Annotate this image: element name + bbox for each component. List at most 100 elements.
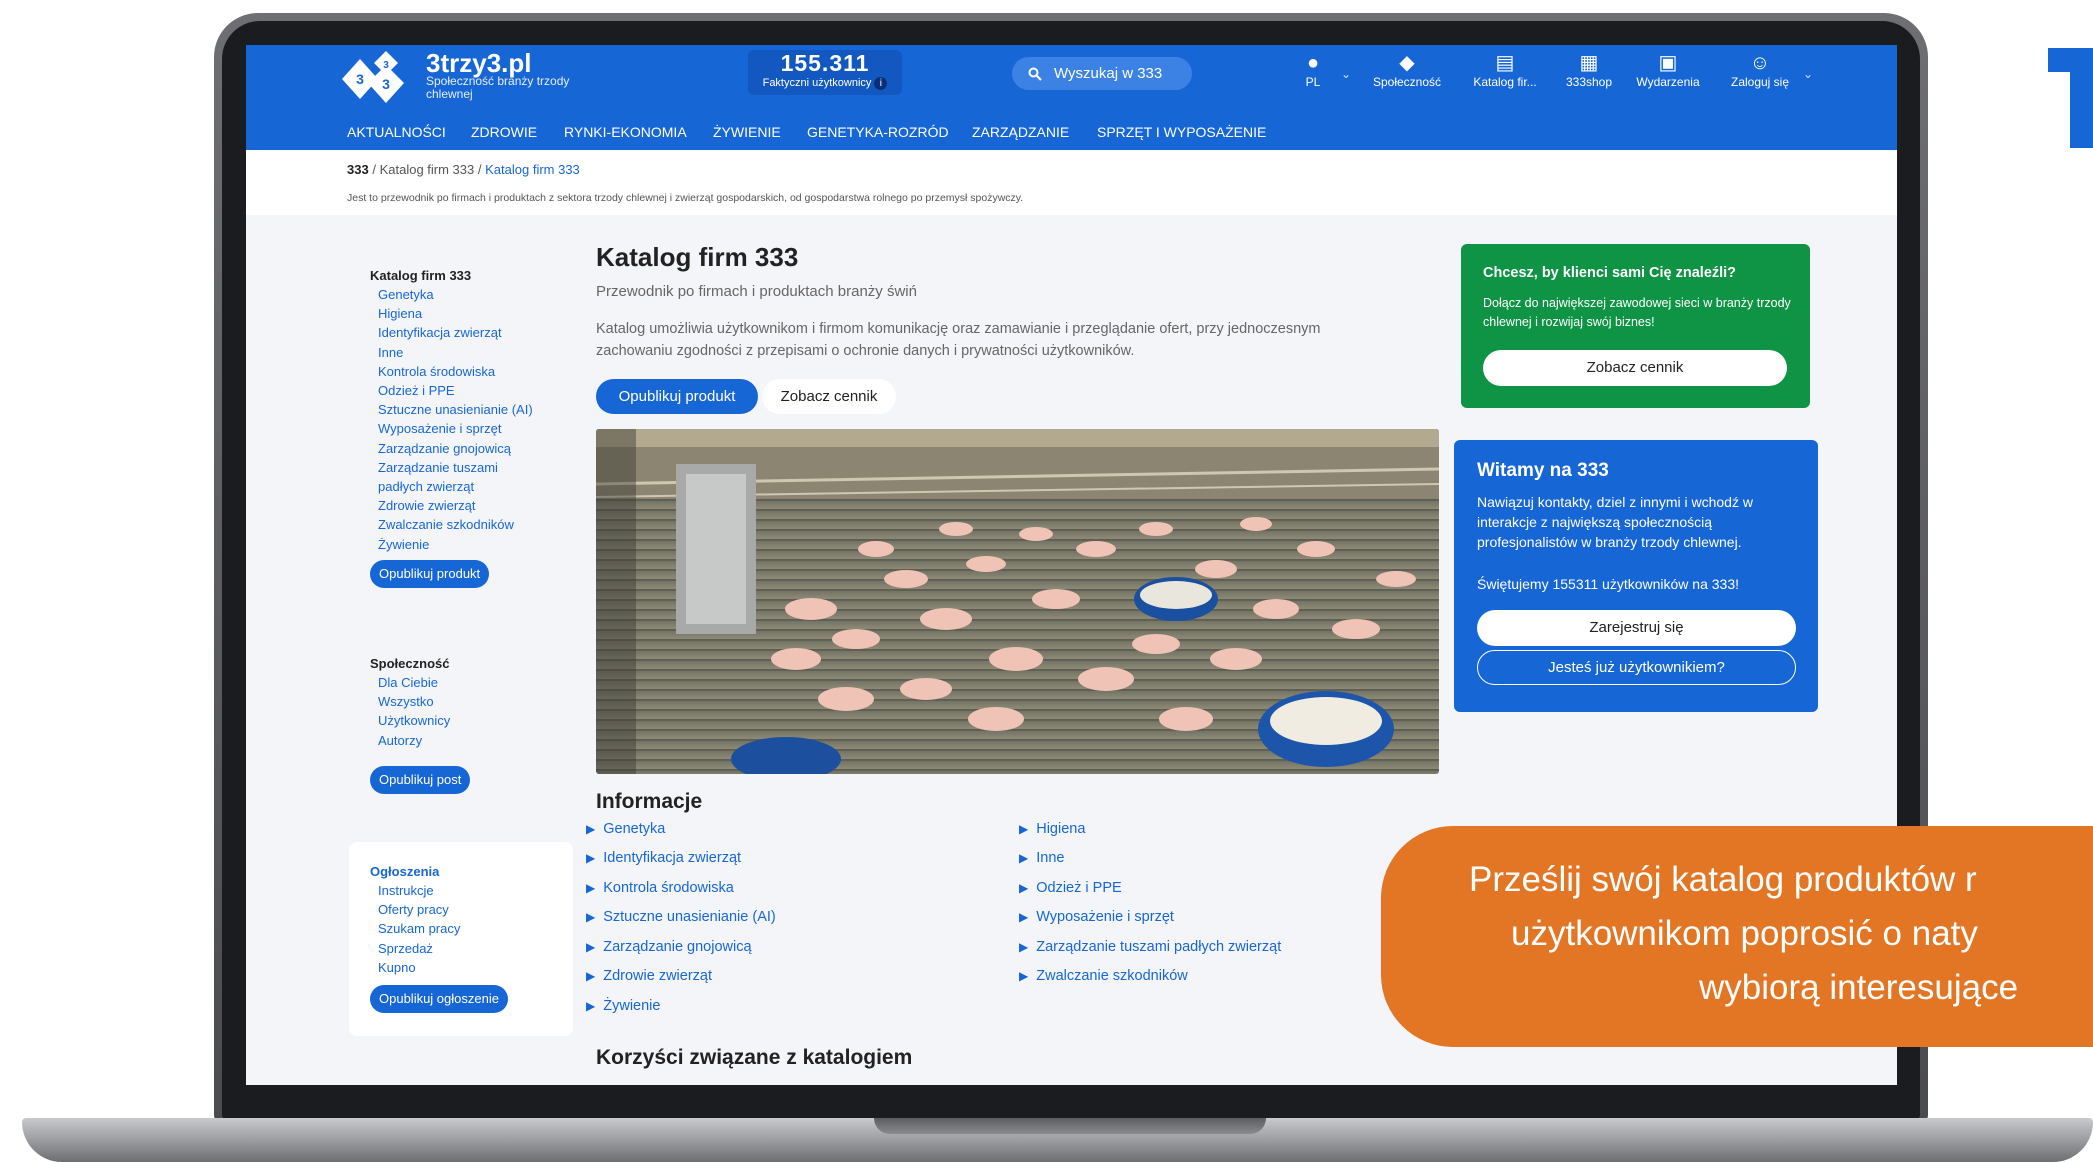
welcome-title: Witamy na 333	[1477, 460, 1609, 481]
publish-ad-button[interactable]: Opublikuj ogłoszenie	[370, 985, 508, 1014]
nav-community[interactable]: ◆ Społeczność	[1367, 51, 1447, 89]
nav-shop[interactable]: ▦ 333shop	[1559, 51, 1619, 89]
menu-item[interactable]: SPRZĘT I WYPOSAŻENIE	[1097, 115, 1266, 150]
sidebar-item[interactable]: Zwalczanie szkodników	[370, 515, 533, 534]
logo-icon[interactable]: 3 3 3	[342, 51, 418, 107]
overlay-line-3: wybiorą interesujące	[1699, 968, 2019, 1007]
overlay-line-2: użytkownikom poprosić o naty	[1511, 914, 1978, 953]
user-counter-value: 155.311	[780, 50, 870, 76]
info-link[interactable]: ▶ Odzież i PPE	[1019, 880, 1122, 896]
sidebar-item[interactable]: Kupno	[370, 958, 508, 977]
info-link[interactable]: ▶ Kontrola środowiska	[586, 880, 734, 896]
nav-events-label: Wydarzenia	[1636, 75, 1700, 89]
menu-item[interactable]: AKTUALNOŚCI	[347, 115, 446, 150]
breadcrumb-separator: /	[477, 162, 482, 177]
sidebar-item[interactable]: Sprzedaż	[370, 939, 508, 958]
sidebar-item[interactable]: Instrukcje	[370, 881, 508, 900]
promo-title: Chcesz, by klienci sami Cię znaleźli?	[1483, 265, 1737, 281]
breadcrumb-root[interactable]: 333	[347, 162, 369, 177]
info-link[interactable]: ▶ Genetyka	[586, 821, 665, 837]
triangle-right-icon: ▶	[586, 851, 596, 865]
menu-item[interactable]: GENETYKA-ROZRÓD	[807, 115, 949, 150]
breadcrumb-current[interactable]: Katalog firm 333	[485, 162, 580, 177]
triangle-right-icon: ▶	[1019, 822, 1029, 836]
publish-post-button[interactable]: Opublikuj post	[370, 765, 471, 794]
sidebar-item[interactable]: Autorzy	[370, 731, 470, 750]
sidebar-item[interactable]: Wyposażenie i sprzęt	[370, 419, 533, 438]
sidebar-item[interactable]: Oferty pracy	[370, 900, 508, 919]
catalog-icon: ▤	[1495, 52, 1515, 74]
breadcrumb-separator: /	[372, 162, 376, 177]
menu-item[interactable]: ZDROWIE	[471, 115, 537, 150]
sidebar-item[interactable]: Zarządzanie gnojowicą	[370, 439, 533, 458]
menu-item[interactable]: RYNKI-EKONOMIA	[564, 115, 687, 150]
shop-icon: ▦	[1579, 52, 1599, 74]
sidebar-item[interactable]: Inne	[370, 343, 533, 362]
triangle-right-icon: ▶	[1019, 910, 1029, 924]
sidebar-ads: Ogłoszenia Instrukcje Oferty pracy Szuka…	[370, 863, 508, 1014]
page-subtitle: Przewodnik po firmach i produktach branż…	[596, 283, 917, 300]
info-link[interactable]: ▶ Żywienie	[586, 998, 660, 1014]
triangle-right-icon: ▶	[1019, 851, 1029, 865]
nav-catalog-label: Katalog fir...	[1473, 75, 1537, 89]
info-link[interactable]: ▶ Inne	[1019, 850, 1064, 866]
nav-events[interactable]: ▣ Wydarzenia	[1629, 51, 1707, 89]
overlay-line-1: Prześlij swój katalog produktów r	[1469, 860, 1977, 899]
sidebar-item[interactable]: Użytkownicy	[370, 711, 470, 730]
info-icon[interactable]: i	[874, 76, 888, 90]
sidebar-heading[interactable]: Katalog firm 333	[370, 267, 533, 285]
existing-user-button[interactable]: Jesteś już użytkownikiem?	[1477, 650, 1796, 685]
language-selector[interactable]: ● PL	[1298, 51, 1328, 89]
publish-product-button[interactable]: Opublikuj produkt	[370, 559, 490, 588]
pig-barn-photo	[596, 429, 1439, 774]
breadcrumb-level1[interactable]: Katalog firm 333	[380, 162, 475, 177]
sidebar-item[interactable]: Higiena	[370, 304, 533, 323]
logo-tagline: Społeczność branży trzody chlewnej	[426, 74, 570, 101]
sidebar-item[interactable]: padłych zwierząt	[370, 477, 533, 496]
site-header: 3 3 3 3trzy3.pl Społeczność branży trzod…	[246, 45, 1897, 150]
chevron-down-icon[interactable]: ⌄	[1803, 67, 1813, 81]
benefits-heading: Korzyści związane z katalogiem	[596, 1046, 913, 1069]
info-link[interactable]: ▶ Zarządzanie tuszami padłych zwierząt	[1019, 939, 1281, 955]
see-pricing-button[interactable]: Zobacz cennik	[1483, 350, 1787, 386]
sidebar-heading[interactable]: Ogłoszenia	[370, 863, 508, 881]
info-link[interactable]: ▶ Sztuczne unasienianie (AI)	[586, 909, 776, 925]
page-description: Katalog umożliwia użytkownikom i firmom …	[596, 321, 1321, 359]
search-button[interactable]: Wyszukaj w 333	[1012, 57, 1192, 90]
triangle-right-icon: ▶	[1019, 881, 1029, 895]
sidebar-item[interactable]: Szukam pracy	[370, 919, 508, 938]
sidebar-item[interactable]: Wszystko	[370, 692, 470, 711]
nav-login[interactable]: ☺ Zaloguj się	[1721, 51, 1799, 89]
nav-catalog[interactable]: ▤ Katalog fir...	[1465, 51, 1545, 89]
sidebar-item[interactable]: Identyfikacja zwierząt	[370, 323, 533, 342]
triangle-right-icon: ▶	[586, 822, 596, 836]
sidebar-item[interactable]: Dla Ciebie	[370, 673, 470, 692]
sidebar-item[interactable]: Genetyka	[370, 285, 533, 304]
globe-icon: ●	[1306, 52, 1320, 74]
nav-community-label: Społeczność	[1372, 75, 1442, 89]
chevron-down-icon[interactable]: ⌄	[1341, 67, 1351, 81]
heading-fragment-graphic	[2048, 48, 2093, 148]
info-link[interactable]: ▶ Wyposażenie i sprzęt	[1019, 909, 1174, 925]
sidebar-item[interactable]: Sztuczne unasienianie (AI)	[370, 400, 533, 419]
see-pricing-button[interactable]: Zobacz cennik	[762, 379, 896, 414]
register-button[interactable]: Zarejestruj się	[1477, 610, 1796, 646]
info-link[interactable]: ▶ Zwalczanie szkodników	[1019, 968, 1188, 984]
info-link[interactable]: ▶ Higiena	[1019, 821, 1085, 837]
sidebar-heading[interactable]: Społeczność	[370, 655, 470, 673]
info-link[interactable]: ▶ Zdrowie zwierząt	[586, 968, 712, 984]
sidebar-item[interactable]: Odzież i PPE	[370, 381, 533, 400]
nav-shop-label: 333shop	[1565, 75, 1613, 89]
svg-text:3: 3	[356, 71, 364, 87]
menu-item[interactable]: ŻYWIENIE	[713, 115, 781, 150]
info-link[interactable]: ▶ Zarządzanie gnojowicą	[586, 939, 752, 955]
breadcrumb-bar: 333 / Katalog firm 333 / Katalog firm 33…	[246, 150, 1897, 215]
info-link[interactable]: ▶ Identyfikacja zwierząt	[586, 850, 741, 866]
welcome-celebrate: Świętujemy 155311 użytkowników na 333!	[1477, 576, 1740, 592]
sidebar-item[interactable]: Kontrola środowiska	[370, 362, 533, 381]
sidebar-item[interactable]: Zdrowie zwierząt	[370, 496, 533, 515]
sidebar-item[interactable]: Zarządzanie tuszami	[370, 458, 533, 477]
menu-item[interactable]: ZARZĄDZANIE	[972, 115, 1069, 150]
publish-product-button[interactable]: Opublikuj produkt	[596, 379, 758, 414]
sidebar-item[interactable]: Żywienie	[370, 535, 533, 554]
